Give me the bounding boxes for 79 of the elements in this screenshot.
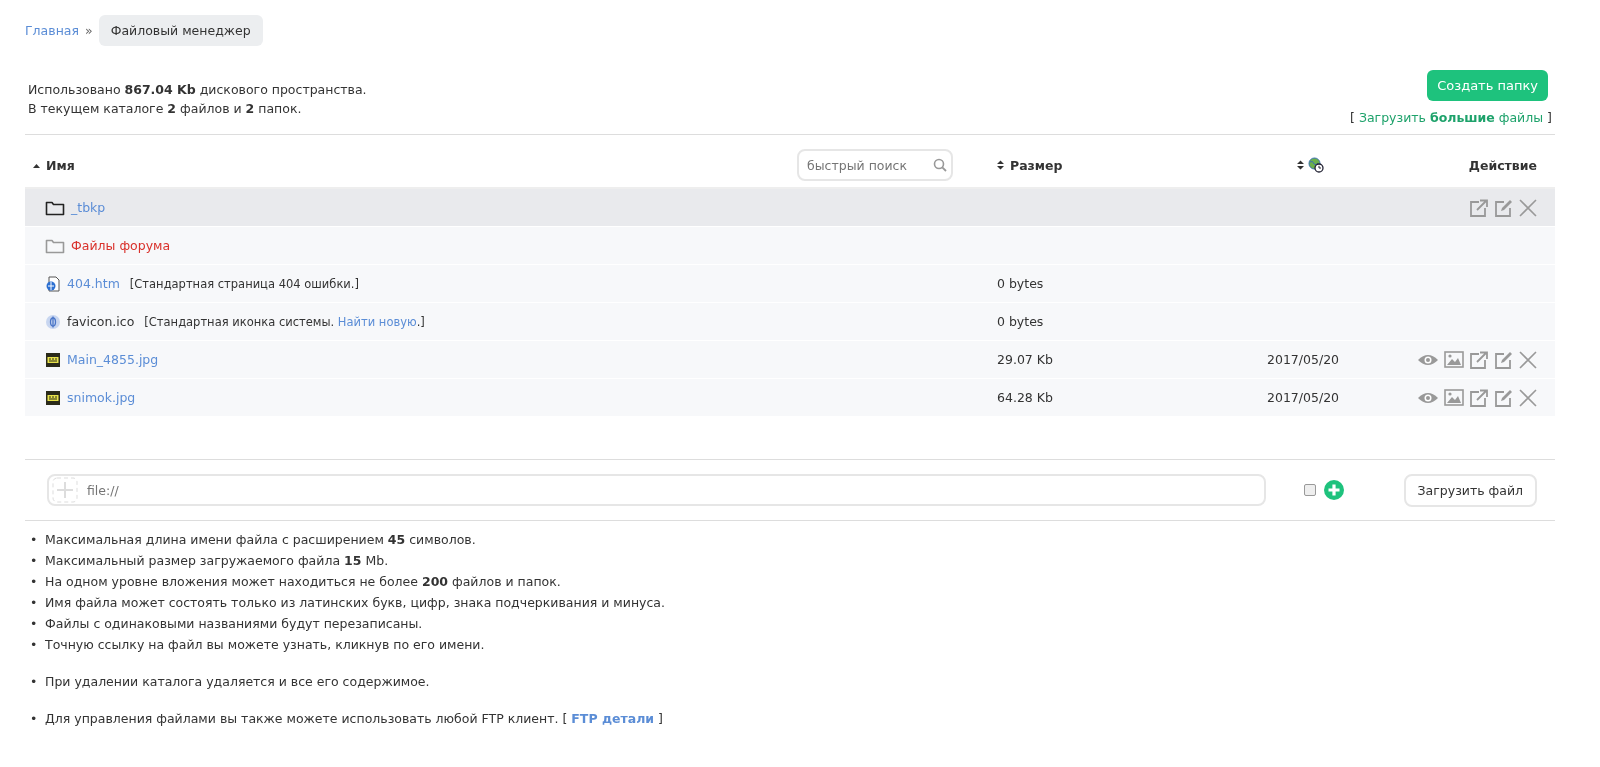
- column-header[interactable]: Размер: [1010, 157, 1063, 173]
- file-name-link[interactable]: 404.htm: [67, 276, 120, 291]
- file-name-link[interactable]: snimok.jpg: [67, 390, 136, 405]
- globe-clock-icon[interactable]: [1308, 157, 1324, 173]
- search-field[interactable]: быстрый поиск: [797, 149, 953, 181]
- current-breadcrumb[interactable]: Файловый менеджер: [98, 14, 263, 46]
- file-name-link[interactable]: Файлы форума: [71, 238, 171, 253]
- bullet: •: [30, 531, 39, 549]
- file-name-link[interactable]: _tbkp: [71, 200, 106, 215]
- table-row[interactable]: _tbkp: [25, 189, 1555, 227]
- bullet: •: [30, 615, 39, 633]
- create-folder-button[interactable]: Создать папку: [1427, 70, 1548, 101]
- sort-icon[interactable]: [1297, 160, 1304, 170]
- bullet: •: [30, 673, 39, 691]
- summary-text: Использовано 867.04 Kb дискового пространства.: [28, 81, 367, 99]
- bullet: •: [30, 552, 39, 570]
- large-upload-link[interactable]: Загрузить большие файлы: [1358, 110, 1544, 125]
- sort-icon[interactable]: [997, 160, 1004, 170]
- rule-text: Точную ссылку на файл вы можете узнать, кликнув по его имени.: [45, 637, 485, 652]
- rule-text: Для управления файлами вы также можете использовать любой FTP клиент. [ FTP детали ]: [45, 711, 663, 726]
- column-header[interactable]: Имя: [46, 157, 75, 173]
- summary-text: В текущем каталоге 2 файлов и 2 папок.: [28, 100, 303, 118]
- column-header: Действие: [1468, 157, 1537, 173]
- file-size: 0 bytes: [997, 314, 1044, 329]
- external-link-icon[interactable]: [1469, 198, 1489, 217]
- folder-icon: [45, 199, 65, 216]
- close-icon[interactable]: [1519, 198, 1537, 217]
- table-row[interactable]: Main_4855.jpg 29.07 Kb 2017/05/20: [25, 341, 1555, 379]
- bracket: ]: [1547, 110, 1552, 125]
- table-row[interactable]: 404.htm [Стандартная страница 404 ошибки.] 0 bytes: [25, 265, 1555, 303]
- folder-icon: [45, 237, 65, 254]
- eye-icon[interactable]: [1417, 352, 1439, 367]
- bullet: •: [30, 636, 39, 654]
- file-size: 0 bytes: [997, 276, 1044, 291]
- breadcrumb-separator: »: [85, 22, 93, 38]
- bullet: •: [30, 573, 39, 591]
- external-link-icon[interactable]: [1469, 388, 1489, 407]
- file-name-link[interactable]: Main_4855.jpg: [67, 352, 159, 367]
- image-icon[interactable]: [1444, 389, 1464, 406]
- add-icon[interactable]: [1323, 480, 1344, 500]
- plus-icon: [52, 477, 78, 503]
- file-path-field[interactable]: file://: [47, 474, 1266, 506]
- table-row[interactable]: favicon.ico [Стандартная иконка системы. Найти новую.] 0 bytes: [25, 303, 1555, 341]
- close-icon[interactable]: [1519, 350, 1537, 369]
- rule-text: Максимальная длина имени файла с расширением 45 символов.: [45, 532, 476, 547]
- close-icon[interactable]: [1519, 388, 1537, 407]
- rule-text: Максимальный размер загружаемого файла 15 Mb.: [45, 553, 389, 568]
- file-date: 2017/05/20: [1267, 390, 1340, 405]
- rule-text: На одном уровне вложения может находиться не более 200 файлов и папок.: [45, 574, 561, 589]
- file-date: 2017/05/20: [1267, 352, 1340, 367]
- external-link-icon[interactable]: [1469, 350, 1489, 369]
- rule-text: Файлы с одинаковыми названиями будут перезаписаны.: [45, 616, 423, 631]
- image-file-icon: [45, 389, 61, 406]
- upload-file-button[interactable]: Загрузить файл: [1403, 473, 1537, 507]
- edit-icon[interactable]: [1494, 198, 1514, 217]
- checkbox[interactable]: [1303, 484, 1316, 496]
- file-size: 64.28 Kb: [997, 390, 1053, 405]
- ftp-details-link[interactable]: FTP детали: [571, 711, 655, 726]
- rule-text: При удалении каталога удаляется и все его содержимое.: [45, 674, 430, 689]
- image-file-icon: [45, 351, 61, 368]
- rule-text: Имя файла может состоять только из латинских букв, цифр, знака подчеркивания и минуса.: [45, 595, 665, 610]
- breadcrumb-link[interactable]: Главная: [25, 22, 79, 38]
- edit-icon[interactable]: [1494, 388, 1514, 407]
- bracket: [: [1350, 110, 1355, 125]
- edit-icon[interactable]: [1494, 350, 1514, 369]
- file-name-link[interactable]: favicon.ico: [67, 314, 135, 329]
- search-icon: [933, 158, 947, 172]
- table-row[interactable]: Файлы форума: [25, 227, 1555, 265]
- find-new-link[interactable]: Найти новую: [337, 314, 417, 329]
- web-page-icon: [45, 275, 61, 292]
- table-row[interactable]: snimok.jpg 64.28 Kb 2017/05/20: [25, 379, 1555, 417]
- bullet: •: [30, 710, 39, 728]
- file-note: [Стандартная иконка системы. Найти новую.]: [144, 314, 425, 329]
- file-size: 29.07 Kb: [997, 352, 1053, 367]
- image-icon[interactable]: [1444, 351, 1464, 368]
- file-note: [Стандартная страница 404 ошибки.]: [129, 276, 359, 291]
- eye-icon[interactable]: [1417, 390, 1439, 405]
- bullet: •: [30, 594, 39, 612]
- icon-file-icon: [45, 313, 61, 330]
